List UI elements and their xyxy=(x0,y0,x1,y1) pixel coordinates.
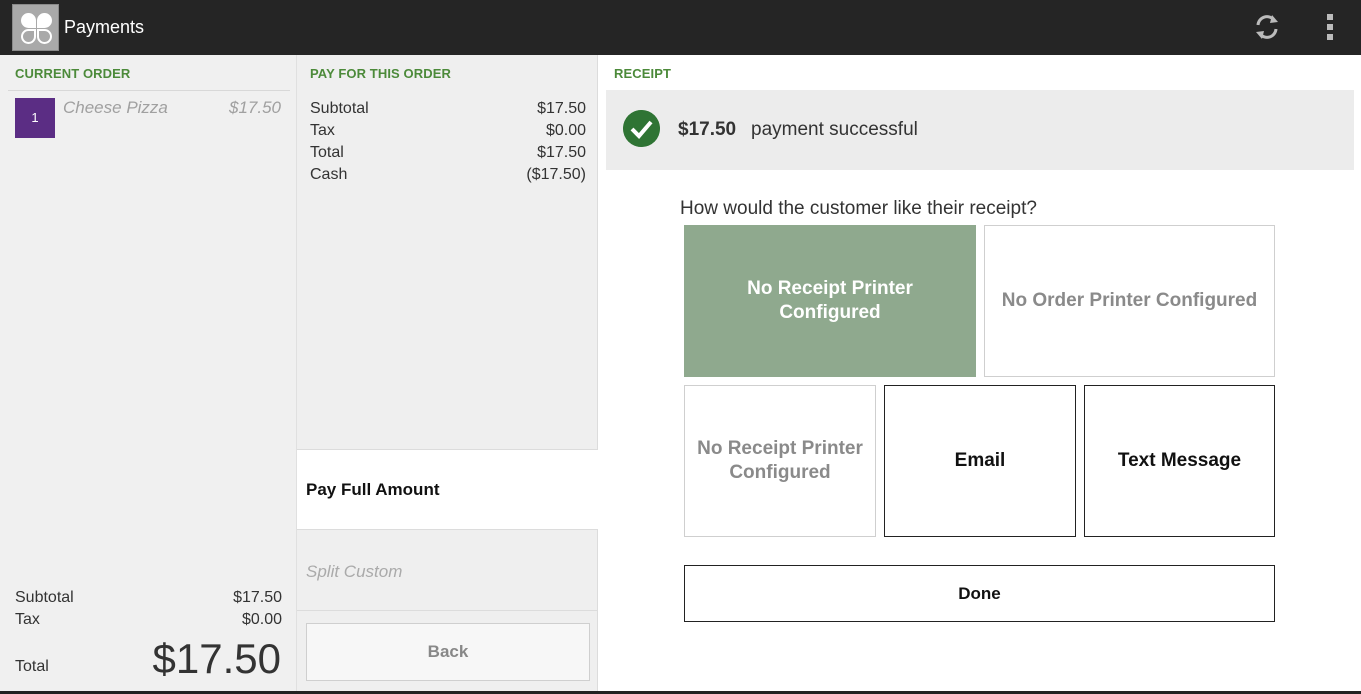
receipt-question: How would the customer like their receip… xyxy=(680,198,1037,219)
payment-amount: $17.50 xyxy=(678,119,737,140)
current-order-heading: CURRENT ORDER xyxy=(15,66,131,81)
checkmark-icon xyxy=(623,110,660,147)
pay-subtotal-row: Subtotal $17.50 xyxy=(310,100,586,118)
order-subtotal-value: $17.50 xyxy=(233,589,282,606)
pay-cash-value: ($17.50) xyxy=(526,166,586,183)
order-printer-button[interactable]: No Order Printer Configured xyxy=(984,225,1275,377)
overflow-menu-icon[interactable] xyxy=(1318,13,1342,41)
pay-subtotal-value: $17.50 xyxy=(537,100,586,117)
order-subtotal-row: Subtotal $17.50 xyxy=(15,589,282,607)
top-app-bar: Payments xyxy=(0,0,1361,55)
pay-for-order-panel: PAY FOR THIS ORDER Subtotal $17.50 Tax $… xyxy=(297,55,598,694)
pay-cash-label: Cash xyxy=(310,166,348,183)
order-total-value: $17.50 xyxy=(152,635,281,682)
receipt-panel: RECEIPT $17.50 payment successful How wo… xyxy=(598,55,1361,694)
order-tax-label: Tax xyxy=(15,611,40,628)
item-quantity-badge[interactable]: 1 xyxy=(15,98,55,138)
pay-total-value: $17.50 xyxy=(537,144,586,161)
refresh-icon[interactable] xyxy=(1252,12,1282,42)
payment-success-banner: $17.50 payment successful xyxy=(606,90,1354,170)
pay-subtotal-label: Subtotal xyxy=(310,100,369,117)
pay-full-amount-button[interactable]: Pay Full Amount xyxy=(297,449,598,530)
pay-full-amount-label: Pay Full Amount xyxy=(306,480,440,499)
pay-tax-row: Tax $0.00 xyxy=(310,122,586,140)
back-button[interactable]: Back xyxy=(306,623,590,681)
order-tax-value: $0.00 xyxy=(241,611,282,628)
divider xyxy=(8,90,290,91)
pay-total-row: Total $17.50 xyxy=(310,144,586,162)
current-order-panel: CURRENT ORDER 1 Cheese Pizza $17.50 Subt… xyxy=(0,55,297,694)
order-item-name[interactable]: Cheese Pizza xyxy=(63,98,168,118)
pay-cash-row: Cash ($17.50) xyxy=(310,166,586,184)
split-custom-button[interactable]: Split Custom xyxy=(306,562,402,582)
receipt-printer-button-bottom[interactable]: No Receipt Printer Configured xyxy=(684,385,876,537)
pay-heading: PAY FOR THIS ORDER xyxy=(310,66,451,81)
email-receipt-button[interactable]: Email xyxy=(884,385,1076,537)
pay-tax-label: Tax xyxy=(310,122,335,139)
order-total-label: Total xyxy=(15,658,49,675)
page-title: Payments xyxy=(64,17,145,37)
receipt-heading: RECEIPT xyxy=(614,66,672,81)
text-message-receipt-button[interactable]: Text Message xyxy=(1084,385,1275,537)
receipt-printer-button-top[interactable]: No Receipt Printer Configured xyxy=(684,225,976,377)
pay-tax-value: $0.00 xyxy=(545,122,586,139)
pay-total-label: Total xyxy=(310,144,344,161)
app-logo-icon[interactable] xyxy=(12,4,59,51)
payment-success-text: payment successful xyxy=(751,119,918,140)
divider xyxy=(297,610,598,611)
order-tax-row: Tax $0.00 xyxy=(15,611,282,629)
order-item-price: $17.50 xyxy=(229,98,281,117)
done-button[interactable]: Done xyxy=(684,565,1275,622)
order-subtotal-label: Subtotal xyxy=(15,589,74,606)
